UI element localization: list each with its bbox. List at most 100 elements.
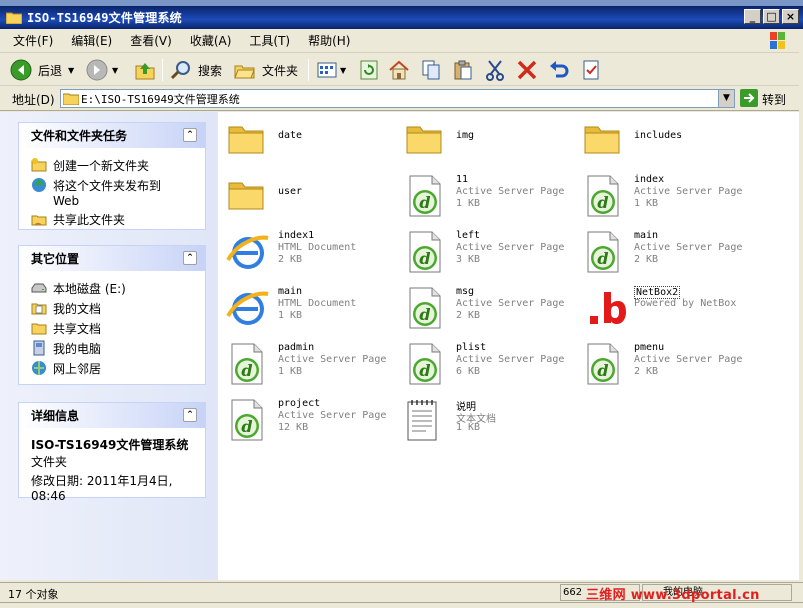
minimize-button[interactable]: _	[744, 9, 761, 24]
file-size: 1 KB	[278, 366, 303, 377]
place-local-disk[interactable]: 本地磁盘 (E:)	[31, 280, 197, 297]
file-type: HTML Document	[278, 298, 357, 309]
menu-view[interactable]: 查看(V)	[125, 30, 177, 51]
menu-file[interactable]: 文件(F)	[8, 30, 58, 51]
folder-item[interactable]: includes	[578, 114, 748, 166]
file-item[interactable]: d left Active Server Page 3 KB	[400, 226, 570, 278]
properties-button[interactable]	[580, 58, 602, 82]
properties-icon	[580, 59, 602, 81]
svg-text:d: d	[597, 193, 608, 212]
views-button[interactable]: ▼	[316, 58, 346, 82]
folder-item[interactable]: date	[222, 114, 392, 166]
html-file-icon	[226, 286, 269, 330]
file-type: Active Server Page	[278, 410, 387, 421]
menu-edit[interactable]: 编辑(E)	[66, 30, 117, 51]
collapse-icon[interactable]: ⌃	[183, 408, 197, 422]
explorer-main: 文件和文件夹任务 ⌃ 创建一个新文件夹 将这个文件夹发布到 Web 共享此文件夹	[0, 112, 803, 580]
place-my-computer[interactable]: 我的电脑	[31, 340, 197, 357]
file-size: 2 KB	[634, 366, 659, 377]
chevron-down-icon[interactable]: ▼	[112, 66, 118, 75]
status-object-count: 17 个对象	[8, 588, 59, 601]
back-arrow-icon	[10, 59, 32, 81]
refresh-button[interactable]	[358, 58, 380, 82]
file-item[interactable]: d main Active Server Page 2 KB	[578, 226, 748, 278]
copy-to-button[interactable]	[420, 58, 442, 82]
title-bar[interactable]: ISO-TS16949文件管理系统 _ □ ×	[0, 6, 803, 29]
file-tasks-header[interactable]: 文件和文件夹任务 ⌃	[19, 123, 205, 148]
other-places-header[interactable]: 其它位置 ⌃	[19, 246, 205, 271]
file-item[interactable]: d padmin Active Server Page 1 KB	[222, 338, 392, 390]
close-button[interactable]: ×	[782, 9, 799, 24]
address-dropdown-button[interactable]: ▼	[718, 90, 734, 107]
file-name: img	[456, 130, 475, 141]
place-label: 我的电脑	[53, 342, 102, 356]
file-item[interactable]: main HTML Document 1 KB	[222, 282, 392, 334]
file-item[interactable]: d plist Active Server Page 6 KB	[400, 338, 570, 390]
paste-icon	[452, 59, 474, 81]
delete-button[interactable]	[516, 58, 538, 82]
svg-text:d: d	[419, 361, 430, 380]
up-button[interactable]	[134, 58, 156, 82]
file-size: 1 KB	[456, 198, 481, 209]
folders-button[interactable]: 文件夹	[234, 58, 298, 82]
home-button[interactable]	[388, 58, 410, 82]
file-type: Active Server Page	[634, 186, 743, 197]
chevron-down-icon[interactable]: ▼	[68, 66, 74, 75]
search-icon	[170, 59, 192, 81]
go-button[interactable]: 转到	[740, 88, 787, 109]
file-size: 3 KB	[456, 254, 481, 265]
go-label: 转到	[762, 92, 787, 107]
forward-button[interactable]: ▼	[86, 58, 118, 82]
file-size: 12 KB	[278, 422, 309, 433]
file-item[interactable]: d 11 Active Server Page 1 KB	[400, 170, 570, 222]
copy-icon	[420, 59, 442, 81]
menu-help[interactable]: 帮助(H)	[303, 30, 355, 51]
collapse-icon[interactable]: ⌃	[183, 251, 197, 265]
task-new-folder[interactable]: 创建一个新文件夹	[31, 157, 197, 174]
place-network[interactable]: 网上邻居	[31, 360, 197, 377]
file-size: 1 KB	[634, 198, 659, 209]
collapse-icon[interactable]: ⌃	[183, 128, 197, 142]
task-publish-web[interactable]: 将这个文件夹发布到 Web	[31, 177, 197, 208]
place-shared-documents[interactable]: 共享文档	[31, 320, 197, 337]
details-header[interactable]: 详细信息 ⌃	[19, 403, 205, 428]
forward-arrow-icon	[86, 59, 108, 81]
asp-file-icon: d	[582, 230, 624, 274]
svg-text:d: d	[597, 249, 608, 268]
file-item[interactable]: NetBox2 Powered by NetBox	[578, 282, 748, 334]
paste-button[interactable]	[452, 58, 474, 82]
place-label: 本地磁盘 (E:)	[53, 282, 126, 296]
other-places-panel: 其它位置 ⌃ 本地磁盘 (E:) 我的文档 共享文档 我的电脑 网上邻居	[18, 245, 206, 385]
folder-icon	[62, 91, 80, 108]
file-item[interactable]: d pmenu Active Server Page 2 KB	[578, 338, 748, 390]
search-button[interactable]: 搜索	[170, 58, 222, 82]
undo-button[interactable]	[548, 58, 570, 82]
folder-item[interactable]: user	[222, 170, 392, 222]
file-item[interactable]: d msg Active Server Page 2 KB	[400, 282, 570, 334]
menu-bar: 文件(F) 编辑(E) 查看(V) 收藏(A) 工具(T) 帮助(H)	[0, 29, 803, 53]
file-name: plist	[456, 342, 487, 353]
file-type: Active Server Page	[456, 298, 565, 309]
menu-favorites[interactable]: 收藏(A)	[185, 30, 237, 51]
window-border	[799, 29, 803, 602]
folder-item[interactable]: img	[400, 114, 570, 166]
task-label: 共享此文件夹	[53, 213, 126, 227]
file-item[interactable]: d index Active Server Page 1 KB	[578, 170, 748, 222]
cut-button[interactable]	[484, 58, 506, 82]
folder-icon	[582, 118, 624, 162]
chevron-down-icon[interactable]: ▼	[340, 66, 346, 75]
file-type: Active Server Page	[456, 242, 565, 253]
file-type: Active Server Page	[634, 242, 743, 253]
file-name: index	[634, 174, 665, 185]
place-my-documents[interactable]: 我的文档	[31, 300, 197, 317]
file-name: main	[278, 286, 303, 297]
file-item[interactable]: 说明 文本文档 1 KB	[400, 394, 570, 446]
back-button[interactable]: 后退 ▼	[10, 58, 74, 82]
asp-file-icon: d	[404, 174, 446, 218]
file-item[interactable]: d project Active Server Page 12 KB	[222, 394, 392, 446]
maximize-button[interactable]: □	[763, 9, 780, 24]
task-share-folder[interactable]: 共享此文件夹	[31, 211, 197, 228]
address-input[interactable]: E:\ISO-TS16949文件管理系统 ▼	[60, 89, 735, 108]
file-item[interactable]: index1 HTML Document 2 KB	[222, 226, 392, 278]
menu-tools[interactable]: 工具(T)	[244, 30, 295, 51]
